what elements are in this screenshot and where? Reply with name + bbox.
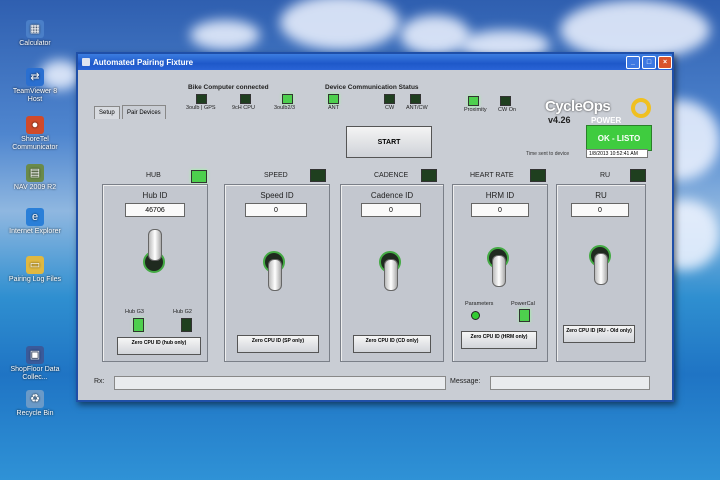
desktop-icon-ie[interactable]: e Internet Explorer [6, 208, 64, 236]
led-label-comm-ant: ANT [328, 105, 339, 111]
hrm-toggle-switch[interactable] [492, 255, 506, 287]
hrm-id-field[interactable]: 0 [471, 203, 529, 217]
led-label-bike-2: 3oulb2/3 [274, 105, 296, 111]
cadence-id-label: Cadence ID [370, 191, 414, 200]
led-speed [310, 169, 326, 182]
ok-status-button[interactable]: OK - LISTO [586, 125, 652, 151]
internet-explorer-icon: e [26, 208, 44, 226]
led-comm-antcw [410, 94, 421, 104]
led-bike-2 [282, 94, 293, 104]
desktop-icon-calculator[interactable]: ▦ Calculator [6, 20, 64, 48]
time-sent-value: 1/8/2013 10:52:41 AM [586, 149, 648, 158]
device-comm-label: Device Communication Status [325, 84, 419, 91]
rx-label: Rx: [94, 378, 105, 385]
bike-computer-label: Bike Computer connected [188, 84, 269, 91]
folder-icon: ▭ [26, 256, 44, 274]
led-comm-cw [384, 94, 395, 104]
desktop-icon-shopfloor[interactable]: ▣ ShopFloor Data Collec... [6, 346, 64, 382]
app-window: Automated Pairing Fixture _ □ × Setup Pa… [76, 52, 674, 402]
desktop-icon-pairing-log[interactable]: ▭ Pairing Log Files [6, 256, 64, 284]
maximize-button[interactable]: □ [642, 55, 656, 69]
led-hub [191, 170, 207, 183]
hub-id-field[interactable]: 46706 [125, 203, 185, 217]
led-parameters [471, 311, 480, 320]
zero-cpu-speed-button[interactable]: Zero CPU ID (SP only) [237, 335, 319, 353]
led-cadence [421, 169, 437, 182]
cadence-panel: Cadence ID 0 Zero CPU ID (CD only) [340, 184, 444, 362]
title-bar[interactable]: Automated Pairing Fixture _ □ × [78, 54, 672, 70]
led-hub-g3 [133, 318, 144, 332]
calculator-icon: ▦ [26, 20, 44, 38]
hrm-id-label: HRM ID [485, 191, 515, 200]
desktop-icon-shoretel[interactable]: ● ShoreTel Communicator [6, 116, 64, 152]
section-title-ru: RU [600, 172, 611, 179]
led-ru [630, 169, 646, 182]
led-heart-rate [530, 169, 546, 182]
nav-icon: ▤ [26, 164, 44, 182]
cadence-id-field[interactable]: 0 [361, 203, 421, 217]
app-icon [82, 58, 90, 66]
desktop-icon-teamviewer[interactable]: ⇄ TeamViewer 8 Host [6, 68, 64, 104]
hub-toggle-switch[interactable] [148, 229, 162, 261]
zero-cpu-hub-button[interactable]: Zero CPU ID (hub only) [117, 337, 201, 355]
speed-id-label: Speed ID [260, 191, 294, 200]
led-hub-g2 [181, 318, 192, 332]
shoretel-icon: ● [26, 116, 44, 134]
cycleops-logo: CycleOps [545, 98, 611, 115]
tab-setup[interactable]: Setup [94, 106, 120, 119]
zero-cpu-ru-button[interactable]: Zero CPU ID (RU - Old only) [563, 325, 635, 343]
zero-cpu-hrm-button[interactable]: Zero CPU ID (HRM only) [461, 331, 537, 349]
led-bike-cpu [240, 94, 251, 104]
led-comm-ant [328, 94, 339, 104]
hub-g3-label: Hub G3 [125, 309, 144, 315]
led-cw-on [500, 96, 511, 106]
tab-pair-devices[interactable]: Pair Devices [122, 105, 166, 119]
led-label-comm-antcw: ANT/CW [406, 105, 428, 111]
speed-toggle-switch[interactable] [268, 259, 282, 291]
logo-ring-icon [631, 98, 651, 118]
hub-g2-label: Hub G2 [173, 309, 192, 315]
version-label: v4.26 [548, 115, 571, 125]
led-label-bike-gps: 3oulb | GPS [186, 105, 216, 111]
recycle-bin-icon: ♻ [26, 390, 44, 408]
led-label-cw-on: CW On [498, 107, 517, 113]
led-label-comm-cw: CW [385, 105, 395, 111]
shopfloor-icon: ▣ [26, 346, 44, 364]
desktop-icon-recycle-bin[interactable]: ♻ Recycle Bin [6, 390, 64, 418]
close-button[interactable]: × [658, 55, 672, 69]
ru-id-label: RU [595, 191, 607, 200]
led-proximity [468, 96, 479, 106]
message-field[interactable] [490, 376, 650, 390]
desktop-icon-nav[interactable]: ▤ NAV 2009 R2 [6, 164, 64, 192]
led-bike-gps [196, 94, 207, 104]
speed-id-field[interactable]: 0 [245, 203, 307, 217]
led-label-proximity: Proximity [464, 107, 487, 113]
cadence-toggle-switch[interactable] [384, 259, 398, 291]
section-title-heart-rate: HEART RATE [470, 172, 514, 179]
teamviewer-icon: ⇄ [26, 68, 44, 86]
minimize-button[interactable]: _ [626, 55, 640, 69]
speed-panel: Speed ID 0 Zero CPU ID (SP only) [224, 184, 330, 362]
rx-field[interactable] [114, 376, 446, 390]
hub-panel: Hub ID 46706 Hub G3 Hub G2 Zero CPU ID (… [102, 184, 208, 362]
window-content: Setup Pair Devices Bike Computer connect… [78, 70, 672, 400]
ru-panel: RU 0 Zero CPU ID (RU - Old only) [556, 184, 646, 362]
led-label-bike-cpu: 9cH CPU [232, 105, 255, 111]
start-button[interactable]: START [346, 126, 432, 158]
ru-id-field[interactable]: 0 [571, 203, 629, 217]
heart-rate-panel: HRM ID 0 Parameters PowerCal Zero CPU ID… [452, 184, 548, 362]
message-label: Message: [450, 378, 481, 385]
section-title-hub: HUB [146, 172, 161, 179]
time-sent-label: Time sent to device [526, 151, 570, 157]
logo-sub: POWER [591, 116, 622, 125]
led-powercal [519, 309, 530, 322]
window-title: Automated Pairing Fixture [93, 57, 194, 67]
ru-toggle-switch[interactable] [594, 253, 608, 285]
zero-cpu-cadence-button[interactable]: Zero CPU ID (CD only) [353, 335, 431, 353]
section-title-cadence: CADENCE [374, 172, 409, 179]
hub-id-label: Hub ID [142, 191, 168, 200]
hr-powercal-label: PowerCal [511, 301, 535, 307]
hr-parameters-label: Parameters [465, 301, 494, 307]
section-title-speed: SPEED [264, 172, 288, 179]
